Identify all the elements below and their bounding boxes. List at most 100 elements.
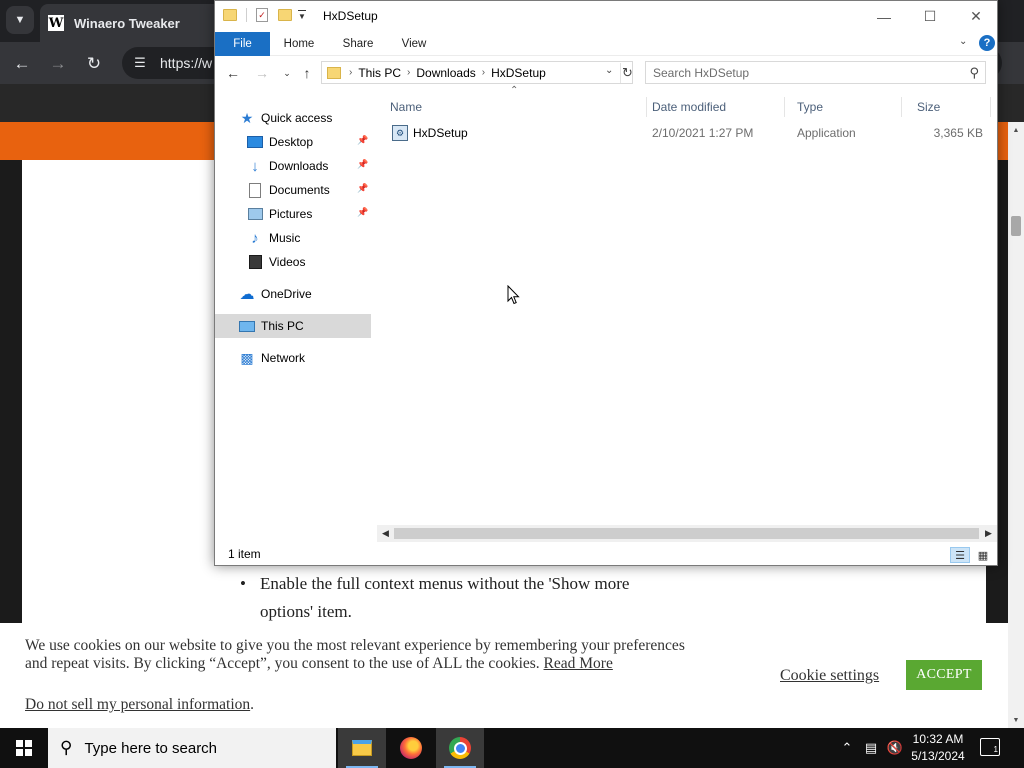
start-button[interactable] bbox=[0, 728, 48, 768]
column-header-name[interactable]: Name bbox=[377, 97, 647, 117]
nav-item-downloads[interactable]: ↓ Downloads 📌 bbox=[215, 154, 371, 178]
scroll-right-icon[interactable]: ▶ bbox=[980, 525, 997, 542]
explorer-back-button[interactable]: ← bbox=[224, 64, 242, 82]
volume-muted-icon[interactable]: 🔇 bbox=[884, 728, 906, 768]
column-header-date-modified[interactable]: Date modified bbox=[639, 97, 785, 117]
nav-item-videos[interactable]: Videos bbox=[215, 250, 371, 274]
customize-toolbar-icon[interactable]: ▼ bbox=[298, 9, 306, 21]
file-size: 3,365 KB bbox=[933, 126, 983, 140]
taskbar-clock[interactable]: 10:32 AM 5/13/2024 bbox=[906, 731, 970, 765]
site-info-icon[interactable]: ☰ bbox=[126, 55, 154, 71]
help-icon[interactable]: ? bbox=[979, 35, 995, 51]
horizontal-scrollbar[interactable]: ◀ ▶ bbox=[377, 525, 997, 542]
expand-ribbon-icon[interactable]: ⌄ bbox=[959, 36, 967, 47]
taskbar-app-file-explorer[interactable] bbox=[338, 728, 386, 768]
file-explorer-window: ✓ ▼ HxDSetup — ☐ ✕ File Home Share View … bbox=[214, 0, 998, 566]
nav-item-network[interactable]: ▩ Network bbox=[215, 346, 371, 370]
breadcrumb-this-pc[interactable]: This PC bbox=[358, 66, 401, 80]
windows-logo-icon bbox=[16, 740, 32, 756]
network-tray-icon[interactable]: ▤ bbox=[860, 728, 882, 768]
clock-time: 10:32 AM bbox=[912, 732, 964, 746]
star-icon: ★ bbox=[240, 109, 254, 126]
nav-item-pictures[interactable]: Pictures 📌 bbox=[215, 202, 371, 226]
ribbon-tab-view[interactable]: View bbox=[395, 32, 433, 56]
cookie-banner: We use cookies on our website to give yo… bbox=[0, 623, 1008, 728]
browser-tab-winaero[interactable]: W Winaero Tweaker bbox=[40, 4, 230, 42]
browser-reload-button[interactable]: ↻ bbox=[81, 51, 107, 77]
file-row-hxdsetup[interactable]: ⚙ HxDSetup 2/10/2021 1:27 PM Application… bbox=[377, 122, 989, 144]
scroll-down-icon[interactable]: ▼ bbox=[1008, 712, 1024, 728]
taskbar-app-firefox[interactable] bbox=[387, 728, 435, 768]
nav-item-desktop[interactable]: Desktop 📌 bbox=[215, 130, 371, 154]
address-history-icon[interactable]: ⌄ bbox=[605, 65, 613, 76]
page-scrollbar[interactable]: ▲ ▼ bbox=[1008, 122, 1024, 728]
nav-item-music[interactable]: ♪ Music bbox=[215, 226, 371, 250]
breadcrumb-chevron-icon[interactable]: › bbox=[349, 67, 352, 78]
explorer-search-input[interactable]: Search HxDSetup ⚲ bbox=[645, 61, 986, 84]
cookie-settings-link[interactable]: Cookie settings bbox=[780, 667, 879, 685]
column-header-type[interactable]: Type bbox=[784, 97, 902, 117]
refresh-icon[interactable]: ↻ bbox=[620, 63, 634, 83]
browser-back-button[interactable]: ← bbox=[9, 51, 35, 77]
page-scrollbar-thumb[interactable] bbox=[1011, 216, 1021, 236]
scroll-up-icon[interactable]: ▲ bbox=[1008, 122, 1024, 138]
do-not-sell-link[interactable]: Do not sell my personal information bbox=[25, 696, 250, 713]
explorer-address-bar[interactable]: › This PC › Downloads › HxDSetup ⌄ ↻ bbox=[321, 61, 633, 84]
cloud-icon: ☁ bbox=[239, 286, 255, 303]
nav-item-label: Quick access bbox=[261, 111, 333, 125]
pin-icon: 📌 bbox=[357, 135, 369, 145]
recent-locations-button[interactable]: ⌄ bbox=[278, 64, 296, 82]
address-url: https://w bbox=[160, 55, 213, 71]
nav-item-onedrive[interactable]: ☁ OneDrive bbox=[215, 282, 371, 306]
ribbon-tab-share[interactable]: Share bbox=[335, 32, 381, 56]
ribbon-tab-bar: File Home Share View ⌄ ? bbox=[215, 32, 997, 56]
ribbon-tab-file[interactable]: File bbox=[215, 32, 270, 56]
horizontal-scrollbar-thumb[interactable] bbox=[394, 528, 979, 539]
explorer-title-bar[interactable]: ✓ ▼ HxDSetup — ☐ ✕ bbox=[215, 1, 997, 32]
nav-item-label: This PC bbox=[261, 319, 304, 333]
pin-icon: 📌 bbox=[357, 207, 369, 217]
up-level-button[interactable]: ↑ bbox=[298, 64, 316, 82]
taskbar-app-chrome[interactable] bbox=[436, 728, 484, 768]
read-more-link[interactable]: Read More bbox=[544, 655, 613, 672]
notification-center-icon[interactable]: 1 bbox=[980, 738, 1000, 756]
explorer-window-title: HxDSetup bbox=[323, 9, 378, 23]
column-header-size[interactable]: Size bbox=[904, 97, 991, 117]
windows-taskbar: ⚲ Type here to search ⌃ ▤ 🔇 10:32 AM 5/1… bbox=[0, 728, 1024, 768]
tab-search-button[interactable]: ▼ bbox=[6, 6, 34, 34]
chrome-icon bbox=[449, 737, 471, 759]
close-icon: ✕ bbox=[970, 8, 982, 24]
breadcrumb-downloads[interactable]: Downloads bbox=[416, 66, 475, 80]
breadcrumb-chevron-icon[interactable]: › bbox=[482, 67, 485, 78]
minimize-button[interactable]: — bbox=[861, 1, 907, 32]
browser-forward-button[interactable]: → bbox=[45, 51, 71, 77]
nav-item-quick-access[interactable]: ★ Quick access bbox=[215, 106, 371, 130]
browser-tab-title: Winaero Tweaker bbox=[74, 15, 180, 31]
scroll-left-icon[interactable]: ◀ bbox=[377, 525, 394, 542]
explorer-forward-button[interactable]: → bbox=[253, 64, 271, 82]
taskbar-search-box[interactable]: ⚲ Type here to search bbox=[48, 728, 336, 768]
close-button[interactable]: ✕ bbox=[953, 1, 999, 32]
properties-icon[interactable]: ✓ bbox=[256, 8, 268, 22]
new-folder-icon[interactable] bbox=[278, 9, 292, 21]
nav-item-label: Documents bbox=[269, 183, 330, 197]
chevron-up-icon: ⌃ bbox=[841, 740, 853, 755]
back-arrow-icon: ← bbox=[13, 54, 31, 73]
large-icons-view-icon[interactable]: ▦ bbox=[973, 547, 993, 563]
folder-icon bbox=[327, 66, 341, 79]
ribbon-tab-home[interactable]: Home bbox=[277, 32, 321, 56]
nav-item-label: Downloads bbox=[269, 159, 329, 173]
folder-icon bbox=[223, 9, 237, 21]
nav-item-documents[interactable]: Documents 📌 bbox=[215, 178, 371, 202]
notification-count: 1 bbox=[993, 745, 998, 754]
details-view-icon[interactable]: ☰ bbox=[950, 547, 970, 563]
pin-icon: 📌 bbox=[357, 159, 369, 169]
breadcrumb-hxdsetup[interactable]: HxDSetup bbox=[491, 66, 546, 80]
nav-item-this-pc[interactable]: This PC bbox=[215, 314, 371, 338]
breadcrumb-chevron-icon[interactable]: › bbox=[407, 67, 410, 78]
show-hidden-icons-button[interactable]: ⌃ bbox=[838, 728, 856, 768]
minimize-icon: — bbox=[877, 8, 891, 25]
maximize-button[interactable]: ☐ bbox=[907, 1, 953, 32]
explorer-status-bar: 1 item ☰ ▦ bbox=[215, 543, 997, 565]
accept-cookies-button[interactable]: ACCEPT bbox=[906, 660, 982, 690]
